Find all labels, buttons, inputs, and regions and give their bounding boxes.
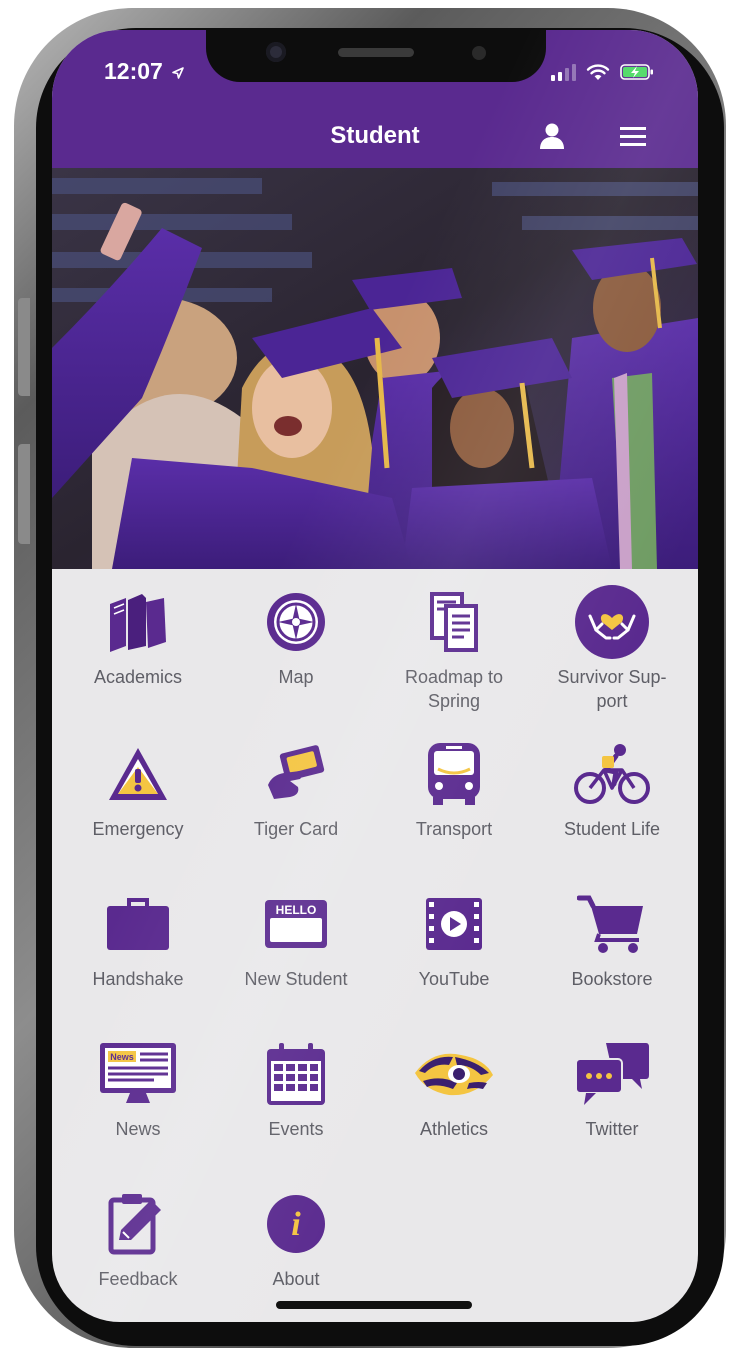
tile-about[interactable]: i About [216,1189,376,1291]
tile-label: Student Life [563,819,661,839]
front-camera [266,42,286,62]
documents-icon [430,592,478,652]
tile-label: Roadmap to Spring [404,667,504,711]
tile-news[interactable]: News News [58,1039,218,1141]
tile-label: Events [268,1119,324,1139]
tile-tiger-card[interactable]: Tiger Card [216,739,376,841]
clock-text: 12:07 [104,58,163,84]
wifi-icon [586,64,610,80]
tile-label: Handshake [92,969,184,989]
tile-label: YouTube [418,969,490,989]
hamburger-menu-icon [620,127,646,146]
cellular-signal-icon [551,63,576,81]
page-title: Student [330,122,420,149]
tile-label: Bookstore [571,969,653,989]
shopping-cart-icon [577,895,643,953]
location-arrow-icon [172,67,185,79]
briefcase-icon [107,898,169,950]
hello-badge-icon: HELLO [265,900,327,948]
app-header: 12:07 Student [52,30,698,168]
status-icons [551,60,654,84]
cyclist-icon [574,744,650,804]
status-time: 12:07 [104,58,185,85]
heart-hands-icon [575,585,649,659]
tile-new-student[interactable]: HELLO New Student [216,889,376,991]
video-play-icon [426,898,482,950]
hello-text: HELLO [276,903,317,917]
tile-label: News [115,1119,161,1139]
tile-label: Map [278,667,314,687]
tile-label: Tiger Card [253,819,339,839]
tile-label: Survivor Sup-port [557,667,667,711]
tile-events[interactable]: Events [216,1039,376,1141]
battery-charging-icon [620,64,653,80]
volume-down-button [18,444,30,544]
tile-label: Athletics [419,1119,489,1139]
home-indicator[interactable] [276,1301,472,1309]
tile-roadmap-to-spring[interactable]: Roadmap to Spring [374,587,534,713]
info-icon: i [267,1195,325,1253]
news-monitor-icon: News [100,1043,176,1103]
compass-icon [267,593,325,651]
news-text: News [110,1052,134,1062]
tile-transport[interactable]: Transport [374,739,534,841]
chat-bubbles-icon [575,1043,649,1105]
profile-button[interactable] [534,118,570,154]
volume-up-button [18,298,30,396]
calendar-icon [267,1043,325,1105]
tile-survivor-support[interactable]: Survivor Sup-port [532,585,692,713]
tile-label: New Student [244,969,348,989]
tile-bookstore[interactable]: Bookstore [532,889,692,991]
camera-notch [206,30,546,82]
app-screen: 12:07 Student Academics Map Roadmap to S… [52,30,698,1322]
tile-label: Academics [93,667,183,687]
graduation-selfie-photo [52,168,698,569]
tile-label: Emergency [92,819,184,839]
earpiece-speaker [338,48,414,57]
tiger-eye-logo-icon [415,1053,493,1096]
clipboard-edit-icon [108,1194,161,1255]
tile-handshake[interactable]: Handshake [58,889,218,991]
tile-label: About [272,1269,320,1289]
hamburger-menu-button[interactable] [615,118,651,154]
books-icon [110,594,166,652]
tile-emergency[interactable]: Emergency [58,739,218,841]
tile-athletics[interactable]: Athletics [374,1039,534,1141]
tile-map[interactable]: Map [216,587,376,689]
tile-academics[interactable]: Academics [58,587,218,689]
tile-student-life[interactable]: Student Life [532,739,692,841]
warning-icon [109,748,167,800]
tile-feedback[interactable]: Feedback [58,1189,218,1291]
tile-label: Transport [415,819,493,839]
id-card-icon [268,745,325,799]
user-icon [540,123,564,149]
tile-twitter[interactable]: Twitter [532,1039,692,1141]
info-letter: i [291,1206,301,1243]
bus-icon [428,743,480,805]
hero-image [52,168,698,569]
proximity-sensor [472,46,486,60]
tile-label: Feedback [98,1269,178,1289]
tile-label: Twitter [585,1119,639,1139]
tile-youtube[interactable]: YouTube [374,889,534,991]
